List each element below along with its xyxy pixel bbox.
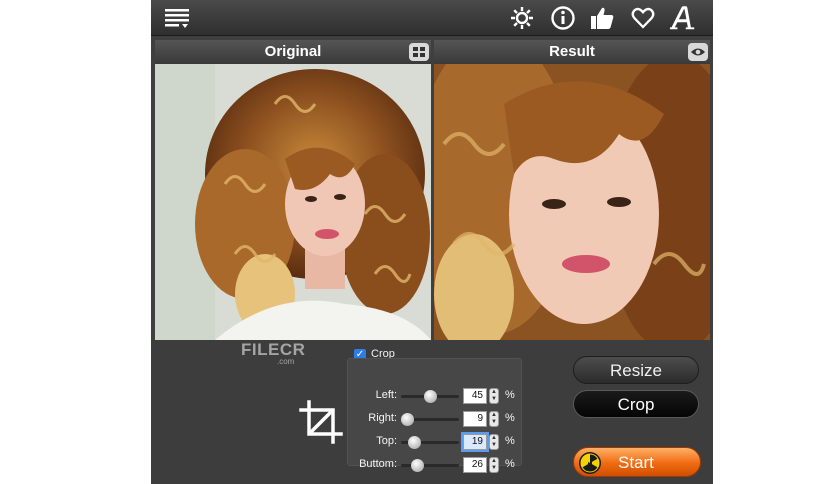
bottom-stepper[interactable]: ▲ ▼ xyxy=(489,457,499,473)
param-label-right: Right: xyxy=(368,412,397,424)
right-value-field[interactable]: 9 xyxy=(463,411,487,427)
font-a-icon[interactable] xyxy=(669,4,697,32)
controls-panel: FILECR .com ✓ Crop Left: 45 ▲ ▼ % Right:… xyxy=(151,340,713,484)
top-slider[interactable] xyxy=(401,436,459,449)
heart-icon[interactable] xyxy=(629,4,657,32)
start-button[interactable]: Start xyxy=(573,447,701,477)
right-stepper[interactable]: ▲ ▼ xyxy=(489,411,499,427)
result-title: Result xyxy=(549,43,595,60)
slider-knob[interactable] xyxy=(410,459,424,472)
result-image xyxy=(434,64,710,340)
menu-icon[interactable] xyxy=(163,4,191,32)
param-row-bottom: Buttom: 26 ▲ ▼ % xyxy=(348,454,523,476)
gear-icon[interactable] xyxy=(508,4,536,32)
slider-knob[interactable] xyxy=(424,390,437,403)
crop-params: Left: 45 ▲ ▼ % Right: 9 ▲ ▼ % Top: 19 ▲ ▼ % xyxy=(347,358,523,473)
param-label-top: Top: xyxy=(376,435,397,447)
original-title: Original xyxy=(264,43,322,60)
bottom-slider[interactable] xyxy=(401,459,459,472)
watermark-text: FILECR xyxy=(241,340,306,359)
result-panel-header: Result xyxy=(434,40,710,64)
slider-knob[interactable] xyxy=(400,413,414,426)
right-slider[interactable] xyxy=(400,413,459,426)
info-icon[interactable] xyxy=(549,4,577,32)
resize-button[interactable]: Resize xyxy=(573,356,699,384)
toolbar xyxy=(151,0,713,36)
layout-toggle-icon[interactable] xyxy=(409,43,429,61)
original-panel-header: Original xyxy=(155,40,431,64)
eye-icon[interactable] xyxy=(688,43,708,61)
radiation-icon xyxy=(578,451,602,475)
slider-knob[interactable] xyxy=(407,436,421,449)
start-label: Start xyxy=(618,453,654,472)
left-unit: % xyxy=(505,389,515,401)
app-window: Original Result FILECR .com ✓ Crop Left:… xyxy=(151,0,713,484)
original-image xyxy=(155,64,431,340)
left-slider[interactable] xyxy=(401,390,459,403)
param-row-top: Top: 19 ▲ ▼ % xyxy=(348,431,523,453)
thumbs-up-icon[interactable] xyxy=(588,4,616,32)
param-row-right: Right: 9 ▲ ▼ % xyxy=(348,408,523,430)
param-label-bottom: Buttom: xyxy=(359,458,397,470)
left-stepper[interactable]: ▲ ▼ xyxy=(489,388,499,404)
top-unit: % xyxy=(505,435,515,447)
param-row-left: Left: 45 ▲ ▼ % xyxy=(348,385,523,407)
bottom-value-field[interactable]: 26 xyxy=(463,457,487,473)
right-unit: % xyxy=(505,412,515,424)
top-stepper[interactable]: ▲ ▼ xyxy=(489,434,499,450)
param-label-left: Left: xyxy=(375,389,397,401)
crop-button[interactable]: Crop xyxy=(573,390,699,418)
watermark: FILECR .com xyxy=(241,340,306,366)
bottom-unit: % xyxy=(505,458,515,470)
crop-icon xyxy=(297,398,345,446)
watermark-subtext: .com xyxy=(277,357,295,366)
top-value-field[interactable]: 19 xyxy=(461,432,489,452)
left-value-field[interactable]: 45 xyxy=(463,388,487,404)
